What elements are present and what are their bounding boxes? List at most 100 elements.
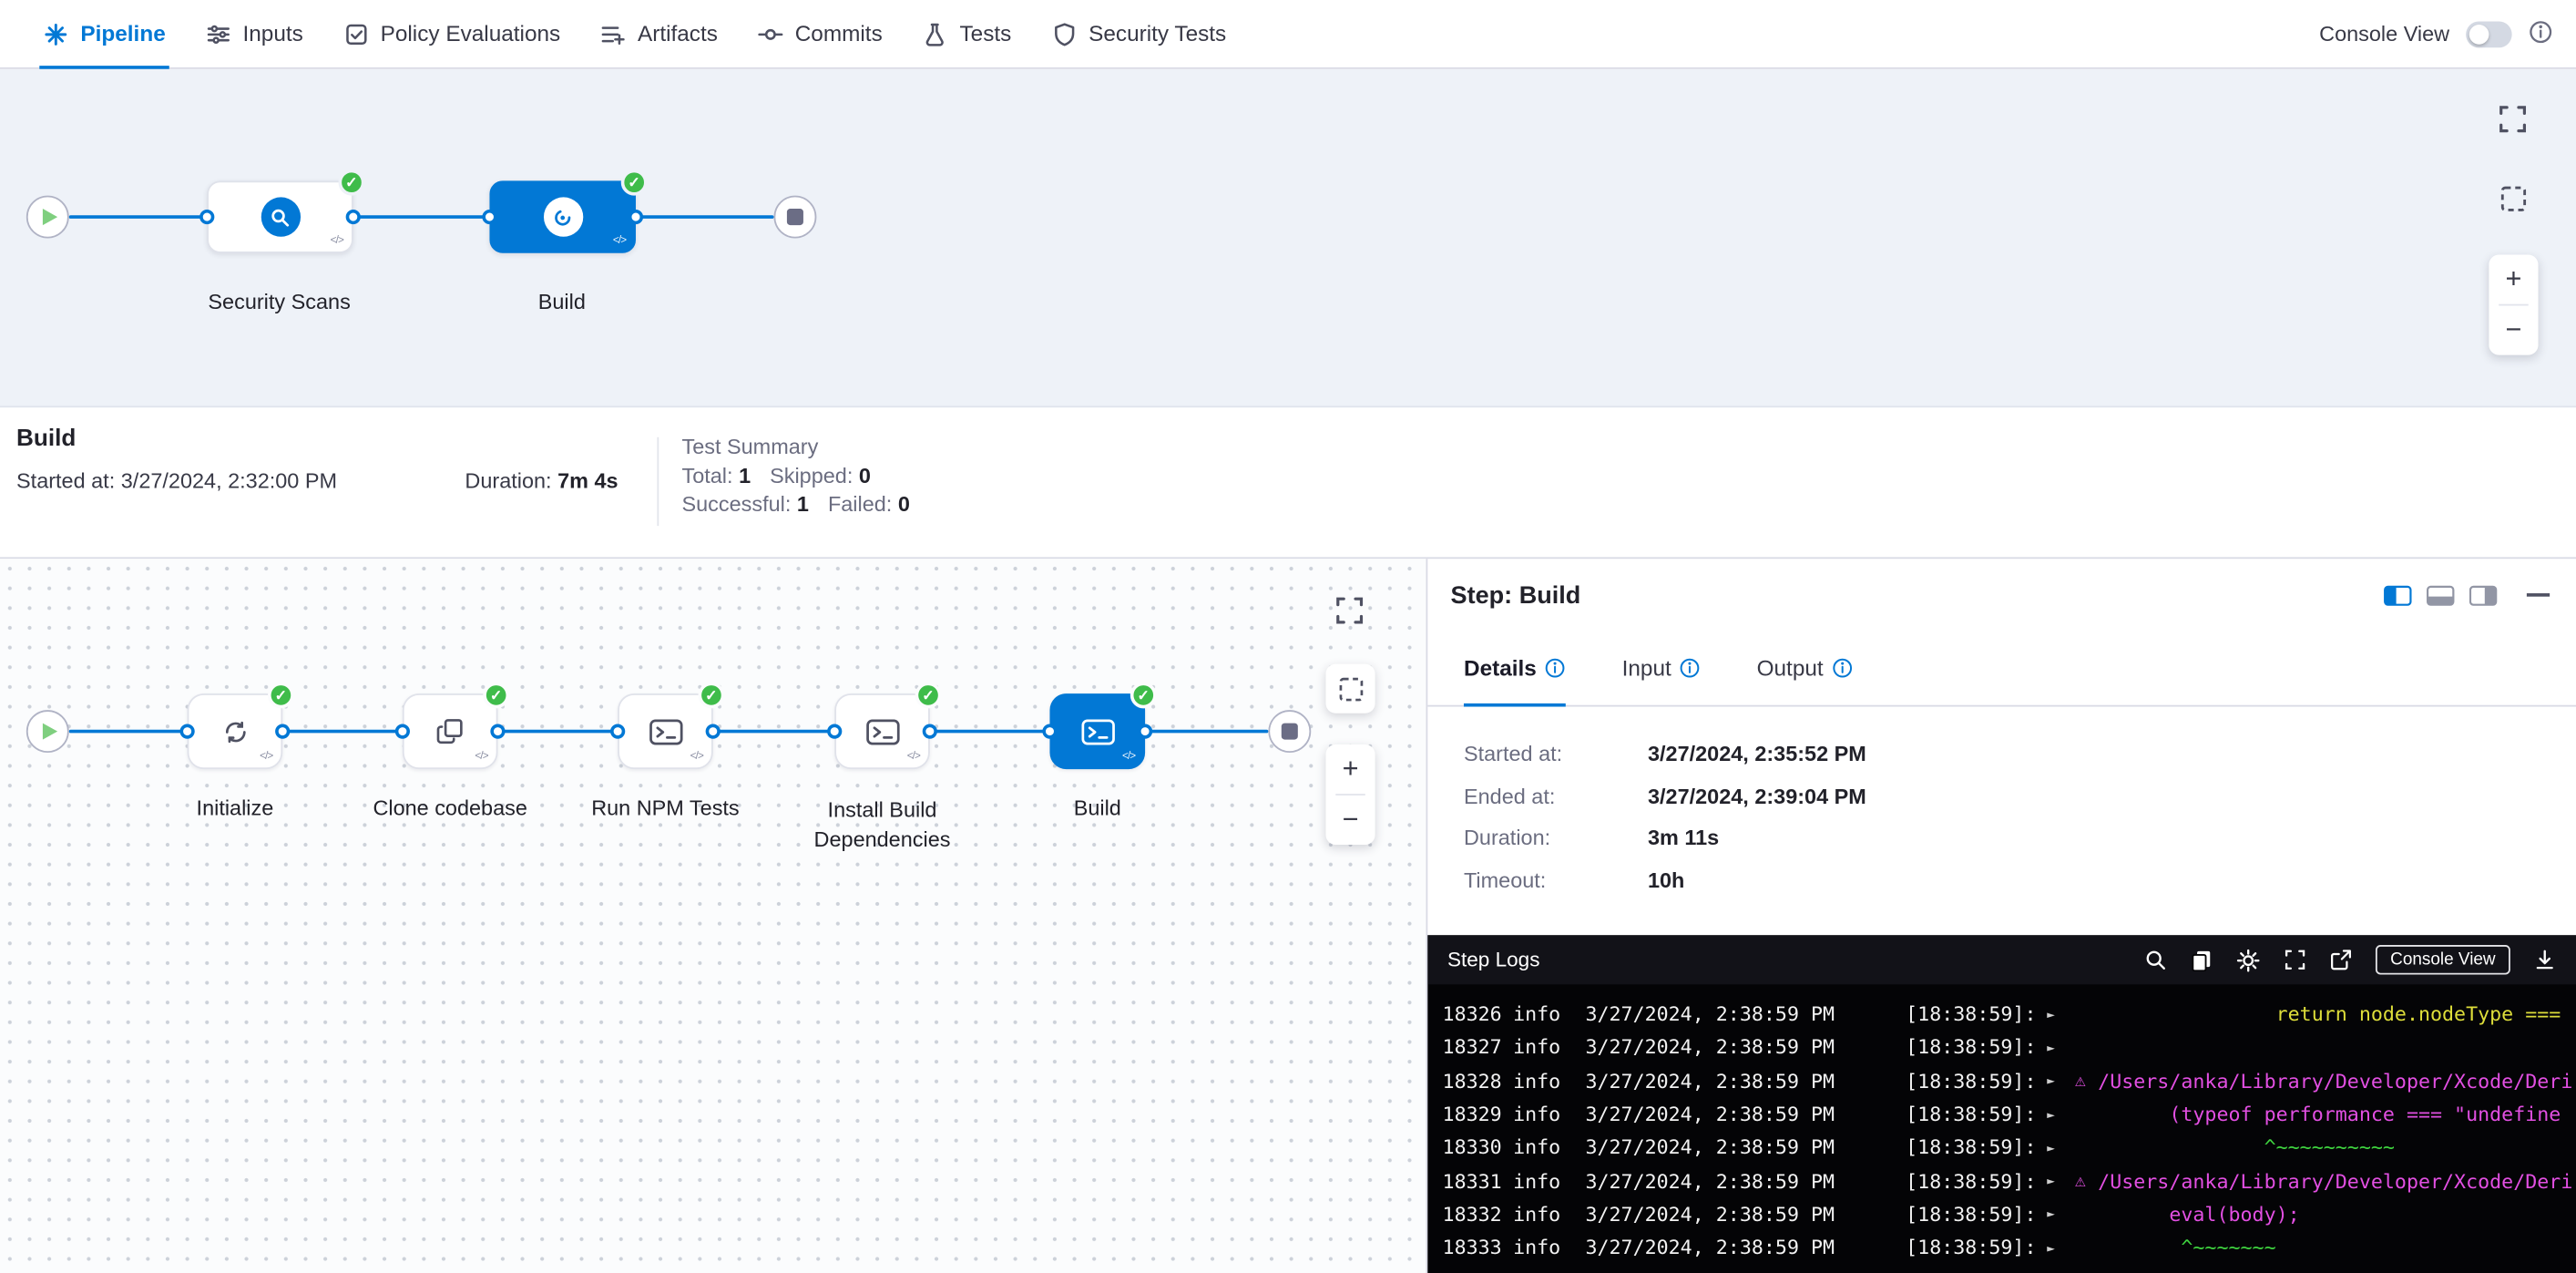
log-expand-arrow[interactable]: ► <box>2047 1107 2075 1122</box>
info-icon[interactable] <box>1545 657 1566 678</box>
log-level: info <box>1513 1136 1585 1159</box>
log-line-number: 18332 <box>1427 1203 1513 1226</box>
terminal-icon <box>865 717 900 745</box>
step-logs-title: Step Logs <box>1447 949 1540 971</box>
success-check-icon: ✓ <box>339 169 365 196</box>
success-check-icon: ✓ <box>1130 682 1157 708</box>
tab-commits[interactable]: Commits <box>738 0 903 67</box>
fullscreen-icon[interactable] <box>1334 595 1365 626</box>
download-icon[interactable] <box>2533 949 2556 971</box>
zoom-out-button[interactable]: − <box>1325 796 1375 845</box>
zoom-in-button[interactable]: + <box>2489 255 2538 304</box>
zoom-controls: + − <box>2489 255 2538 355</box>
stage-connector-line <box>69 215 774 219</box>
log-text: (typeof performance === "undefine <box>2098 1103 2576 1125</box>
info-icon[interactable] <box>2529 19 2553 48</box>
console-view-toggle[interactable] <box>2466 21 2512 47</box>
zoom-in-button[interactable]: + <box>1325 744 1375 794</box>
connector-dot <box>629 210 643 224</box>
search-icon[interactable] <box>2144 949 2167 971</box>
tab-pipeline[interactable]: Pipeline <box>23 0 185 67</box>
collapse-panel-icon[interactable] <box>2527 593 2550 597</box>
connector-dot <box>395 724 410 738</box>
tab-inputs[interactable]: Inputs <box>185 0 322 67</box>
detail-label: Duration: <box>1464 825 1648 849</box>
step-node-install-build-dependencies[interactable]: ✓ </> <box>834 693 930 769</box>
toggle-knob <box>2469 24 2489 44</box>
top-nav: Pipeline Inputs Policy Evaluations Artif… <box>0 0 2576 69</box>
tab-artifacts[interactable]: Artifacts <box>580 0 738 67</box>
step-label: Clone codebase <box>373 796 526 820</box>
started-at-value: 3/27/2024, 2:32:00 PM <box>121 468 337 493</box>
log-time: [18:38:59]: <box>1906 1002 2047 1025</box>
log-date: 3/27/2024, 2:38:59 PM <box>1585 1002 1906 1025</box>
log-text: ^~~~~~~~ <box>2098 1237 2576 1259</box>
detail-value: 3m 11s <box>1648 825 2576 849</box>
success-check-icon: ✓ <box>915 682 942 708</box>
layout-left-panel-icon[interactable] <box>2384 584 2412 605</box>
log-text-content: eval(body); <box>2098 1203 2300 1226</box>
tab-output[interactable]: Output <box>1757 631 1854 705</box>
log-text-content: (typeof performance === "undefine <box>2098 1103 2561 1125</box>
select-region-icon[interactable] <box>2499 184 2528 213</box>
tab-label: Security Tests <box>1089 21 1226 46</box>
log-level: info <box>1513 1203 1585 1226</box>
tab-details[interactable]: Details <box>1464 631 1566 705</box>
fullscreen-icon[interactable] <box>2497 104 2528 135</box>
step-node-build[interactable]: ✓ </> <box>1049 693 1145 769</box>
tab-policy-evaluations[interactable]: Policy Evaluations <box>322 0 579 67</box>
log-expand-arrow[interactable]: ► <box>2047 1073 2075 1088</box>
log-line-number: 18326 <box>1427 1002 1513 1025</box>
success-check-icon: ✓ <box>268 682 294 708</box>
log-expand-arrow[interactable]: ► <box>2047 1041 2075 1055</box>
shield-icon <box>1051 21 1078 47</box>
step-node-initialize[interactable]: ✓ </> <box>188 693 283 769</box>
log-expand-arrow[interactable]: ► <box>2047 1207 2075 1222</box>
log-line-number: 18327 <box>1427 1036 1513 1059</box>
connector-dot <box>706 724 721 738</box>
log-time: [18:38:59]: <box>1906 1169 2047 1192</box>
tab-security-tests[interactable]: Security Tests <box>1031 0 1246 67</box>
log-expand-arrow[interactable]: ► <box>2047 1240 2075 1255</box>
stage-node-build[interactable]: ✓ </> <box>489 180 636 252</box>
log-line-number: 18331 <box>1427 1169 1513 1192</box>
console-view-label: Console View <box>2319 21 2449 46</box>
copy-icon[interactable] <box>2190 949 2213 971</box>
console-view-button[interactable]: Console View <box>2376 945 2510 974</box>
log-line-number: 18330 <box>1427 1136 1513 1159</box>
pipeline-icon <box>43 21 69 47</box>
total-value: 1 <box>739 464 751 488</box>
settings-gear-icon[interactable] <box>2236 948 2261 972</box>
open-external-icon[interactable] <box>2329 949 2352 971</box>
build-stage-icon <box>543 197 582 236</box>
stage-node-security-scans[interactable]: ✓ </> <box>207 180 353 252</box>
fullscreen-icon[interactable] <box>2284 949 2306 971</box>
step-node-run-npm-tests[interactable]: ✓ </> <box>618 693 713 769</box>
info-icon[interactable] <box>1680 657 1701 678</box>
stage-graph: ✓ </> Security Scans ✓ </> Build + − <box>0 69 2576 408</box>
log-expand-arrow[interactable]: ► <box>2047 1174 2075 1188</box>
main-area: ✓ </> Initialize ✓ </> Clone codebase ✓ <box>0 559 2576 1273</box>
log-text: /Users/anka/Library/Developer/Xcode/Deri <box>2098 1169 2576 1192</box>
panel-layout-controls <box>2384 584 2550 605</box>
log-level: info <box>1513 1070 1585 1093</box>
select-region-control <box>1325 664 1375 713</box>
log-expand-arrow[interactable]: ► <box>2047 1007 2075 1021</box>
skipped-value: 0 <box>859 464 871 488</box>
step-panel-title: Step: Build <box>1451 581 1581 610</box>
tab-input[interactable]: Input <box>1622 631 1702 705</box>
started-at: Started at: 3/27/2024, 2:32:00 PM <box>16 468 337 493</box>
zoom-out-button[interactable]: − <box>2489 305 2538 354</box>
tab-tests[interactable]: Tests <box>902 0 1031 67</box>
info-icon[interactable] <box>1832 657 1853 678</box>
successful-label: Successful: <box>681 491 791 516</box>
select-region-icon[interactable] <box>1336 674 1365 703</box>
log-expand-arrow[interactable]: ► <box>2047 1140 2075 1155</box>
log-time: [18:38:59]: <box>1906 1070 2047 1093</box>
step-panel-top: Step: Build <box>1427 559 2576 935</box>
log-line: 18331 info 3/27/2024, 2:38:59 PM [18:38:… <box>1427 1165 2576 1198</box>
step-node-clone-codebase[interactable]: ✓ </> <box>403 693 498 769</box>
layout-bottom-panel-icon[interactable] <box>2427 584 2455 605</box>
duration: Duration: 7m 4s <box>465 468 618 493</box>
layout-right-panel-icon[interactable] <box>2469 584 2498 605</box>
